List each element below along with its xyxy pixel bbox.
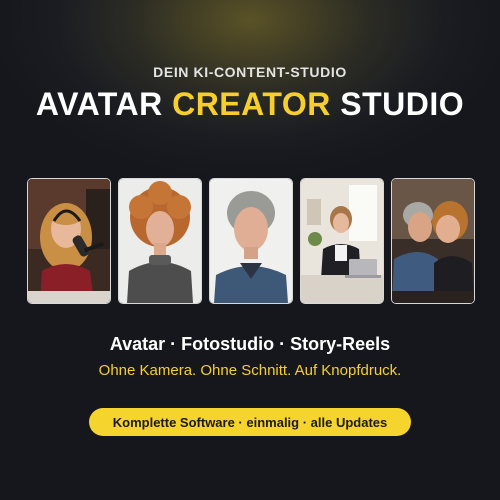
eyebrow-text: DEIN KI-CONTENT-STUDIO [153,64,347,80]
photo-portrait-curly [118,178,202,304]
photo-couple [391,178,475,304]
title-word-avatar: AVATAR [35,86,163,122]
photo-podcaster [27,178,111,304]
title-word-studio: STUDIO [340,86,465,122]
title-word-creator: CREATOR [172,86,331,122]
features-subtitle: Avatar · Fotostudio · Story-Reels [109,334,391,354]
page-title: AVATAR CREATOR STUDIO [0,86,500,123]
features-tagline: Ohne Kamera. Ohne Schnitt. Auf Knopfdruc… [98,362,402,379]
cta-label: Komplette Software · einmalig · alle Upd… [112,414,388,430]
curly-portrait-image [119,179,201,303]
couple-image [392,179,474,303]
podcaster-image [28,179,110,303]
cta-badge[interactable]: Komplette Software · einmalig · alle Upd… [89,408,411,436]
photo-office-laptop [300,178,384,304]
photo-gallery [27,178,475,304]
man-portrait-image [210,179,292,303]
photo-portrait-man [209,178,293,304]
office-laptop-image [301,179,383,303]
